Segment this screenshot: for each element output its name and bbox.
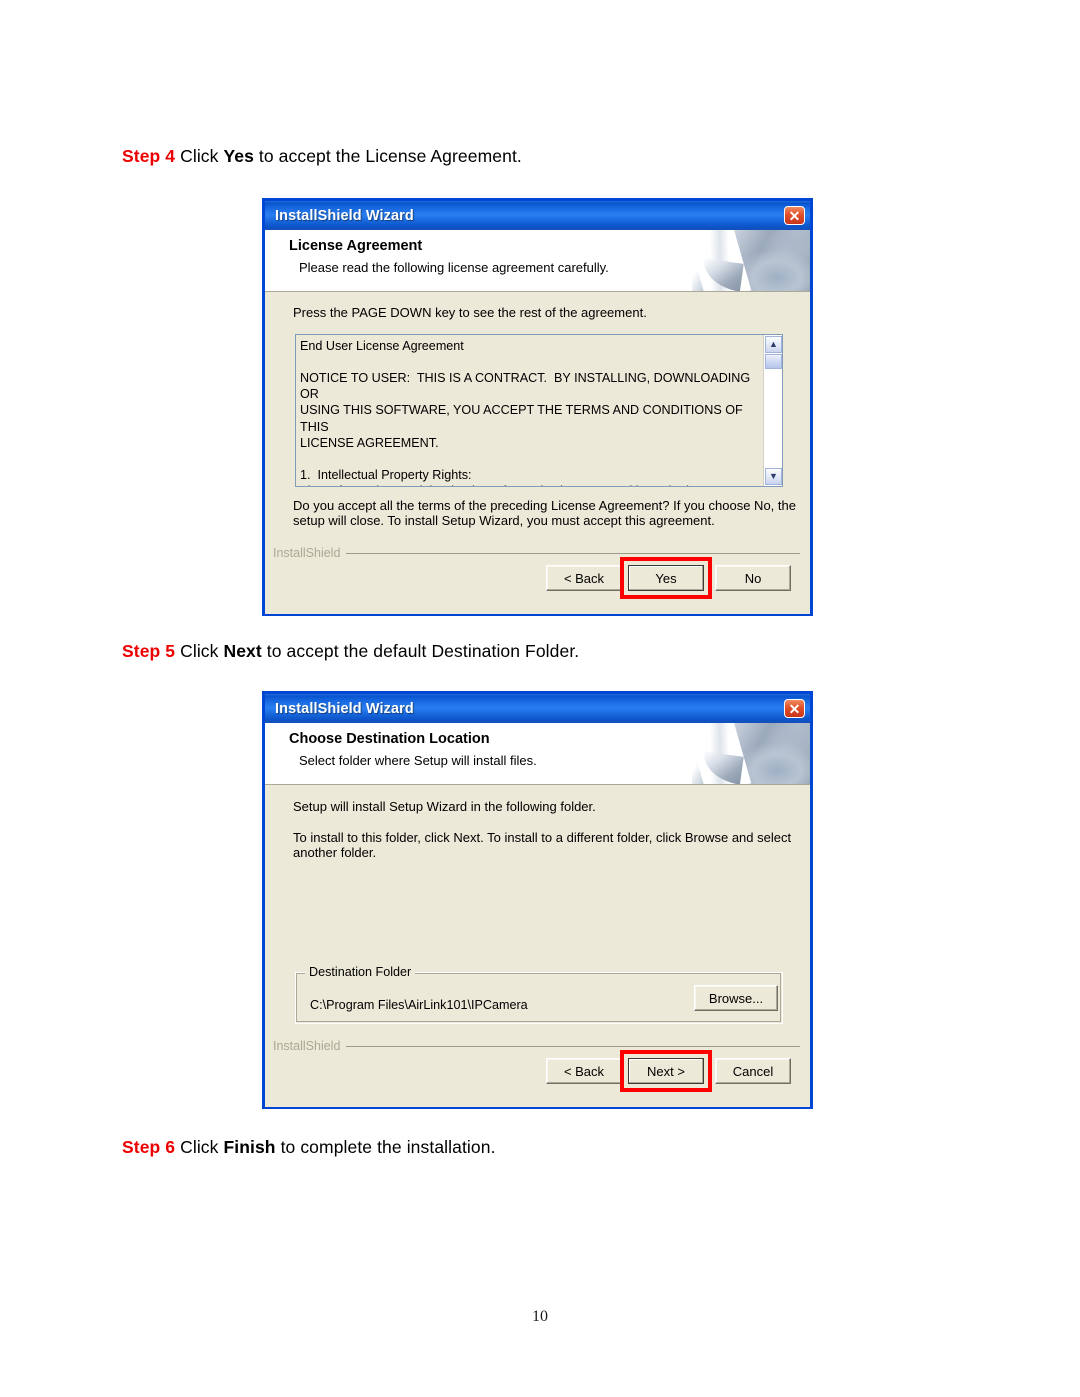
destination-folder-group: Destination Folder C:\Program Files\AirL…: [295, 965, 783, 1024]
back-button[interactable]: < Back: [546, 1058, 622, 1084]
destination-body-line-3: another folder.: [293, 845, 377, 860]
installshield-brand-label: InstallShield: [273, 1039, 341, 1053]
step-5-caption: Step 5 Click Next to accept the default …: [122, 641, 579, 662]
destination-folder-legend: Destination Folder: [305, 965, 416, 979]
page-number: 10: [532, 1308, 548, 1325]
footer-divider: [346, 1045, 800, 1047]
accept-prompt-line-2: setup will close. To install Setup Wizar…: [293, 513, 715, 528]
license-dialog-banner: License Agreement Please read the follow…: [265, 230, 810, 292]
browse-button[interactable]: Browse...: [694, 985, 778, 1011]
step-6-label: Step 6: [122, 1137, 176, 1157]
step-5-label: Step 5: [122, 641, 176, 661]
step-4-text-before: Click: [175, 146, 224, 166]
installshield-destination-dialog: InstallShield Wizard ✕ Choose Destinatio…: [262, 691, 813, 1109]
step-6-caption: Step 6 Click Finish to complete the inst…: [122, 1137, 496, 1158]
step-4-text-after: to accept the License Agreement.: [253, 146, 522, 166]
license-dialog-body: Press the PAGE DOWN key to see the rest …: [265, 292, 810, 614]
license-header-title: License Agreement: [289, 238, 423, 254]
destination-body-line-1: Setup will install Setup Wizard in the f…: [293, 799, 596, 814]
license-text-area[interactable]: End User License Agreement NOTICE TO USE…: [295, 334, 783, 487]
step-6-action: Finish: [223, 1137, 276, 1157]
destination-path-value: C:\Program Files\AirLink101\IPCamera: [310, 998, 528, 1012]
step-4-caption: Step 4 Click Yes to accept the License A…: [122, 146, 522, 167]
license-installshield-footer: InstallShield: [273, 546, 800, 560]
next-button-highlight: [620, 1050, 712, 1092]
step-5-text-before: Click: [175, 641, 224, 661]
license-scrollbar[interactable]: ▲ ▼: [763, 335, 782, 486]
destination-installshield-footer: InstallShield: [273, 1039, 800, 1053]
page-down-instruction: Press the PAGE DOWN key to see the rest …: [293, 305, 647, 320]
license-header-subtitle: Please read the following license agreem…: [299, 260, 609, 275]
license-dialog-titlebar: InstallShield Wizard ✕: [265, 201, 810, 230]
step-6-text-after: to complete the installation.: [275, 1137, 496, 1157]
chevron-up-icon[interactable]: ▲: [765, 336, 782, 353]
installshield-brand-label: InstallShield: [273, 546, 341, 560]
document-page: Step 4 Click Yes to accept the License A…: [0, 0, 1080, 1397]
destination-dialog-banner: Choose Destination Location Select folde…: [265, 723, 810, 785]
installshield-banner-graphic: [692, 230, 810, 291]
close-x-icon[interactable]: ✕: [784, 699, 805, 718]
installshield-banner-graphic: [692, 723, 810, 784]
yes-button-highlight: [620, 557, 712, 599]
installshield-license-dialog: InstallShield Wizard ✕ License Agreement…: [262, 198, 813, 616]
footer-divider: [346, 552, 800, 554]
step-6-text-before: Click: [175, 1137, 224, 1157]
chevron-down-icon[interactable]: ▼: [765, 468, 782, 485]
step-4-label: Step 4: [122, 146, 176, 166]
step-5-text-after: to accept the default Destination Folder…: [261, 641, 580, 661]
destination-dialog-titlebar: InstallShield Wizard ✕: [265, 694, 810, 723]
destination-dialog-body: Setup will install Setup Wizard in the f…: [265, 785, 810, 1107]
back-button[interactable]: < Back: [546, 565, 622, 591]
scrollbar-thumb[interactable]: [765, 354, 782, 369]
license-text-content: End User License Agreement NOTICE TO USE…: [300, 339, 751, 486]
destination-header-title: Choose Destination Location: [289, 731, 490, 747]
destination-header-subtitle: Select folder where Setup will install f…: [299, 753, 537, 768]
step-4-action: Yes: [223, 146, 254, 166]
destination-dialog-title: InstallShield Wizard: [275, 700, 414, 717]
step-5-action: Next: [223, 641, 262, 661]
close-x-icon[interactable]: ✕: [784, 206, 805, 225]
cancel-button[interactable]: Cancel: [715, 1058, 791, 1084]
no-button[interactable]: No: [715, 565, 791, 591]
license-dialog-title: InstallShield Wizard: [275, 207, 414, 224]
